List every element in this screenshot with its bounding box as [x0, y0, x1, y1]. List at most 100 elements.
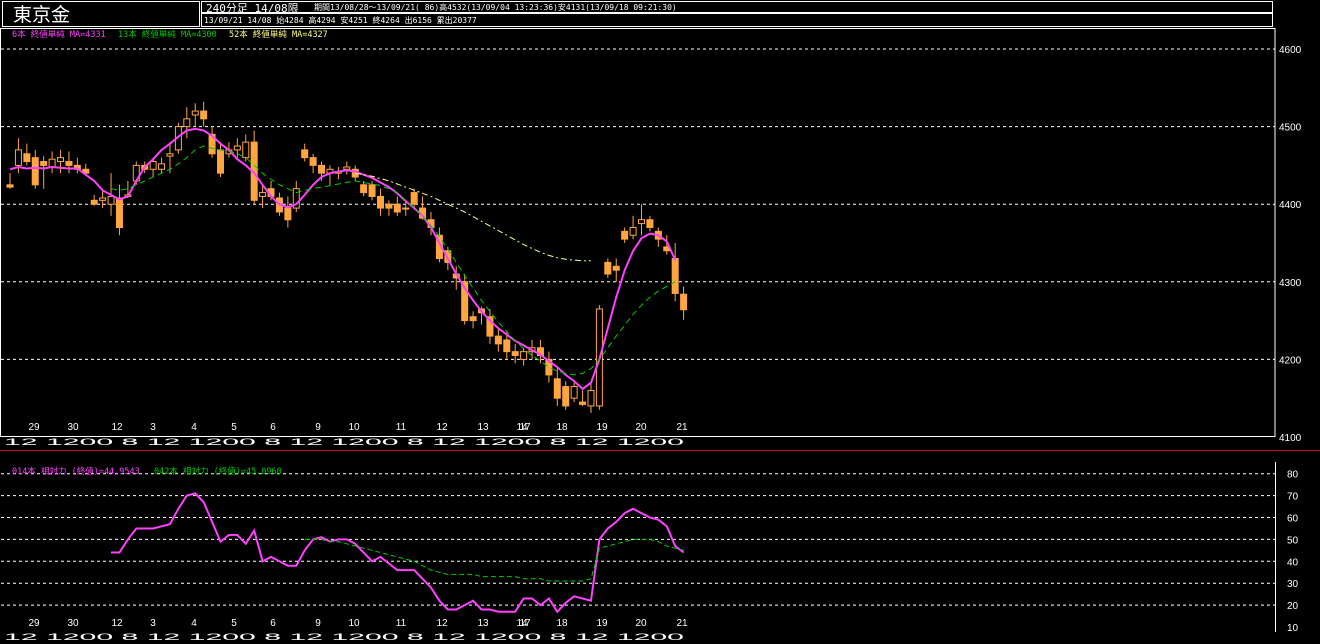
- rsi-date-label: 20: [635, 618, 647, 629]
- rsi-tick-label: 20: [1287, 601, 1299, 612]
- rsi-date-label: 30: [67, 618, 79, 629]
- price-tick-label: 4400: [1279, 200, 1302, 211]
- ma6-line: [9, 127, 677, 391]
- candle-body: [48, 158, 56, 168]
- rsi-date-label: 5: [231, 618, 237, 629]
- rsi42-line: [304, 538, 684, 582]
- rsi-time-labels: 12 1200 8 12 1200 8 12 1200 8 12 1200 8 …: [4, 632, 684, 642]
- price-tick-label: 4600: [1279, 45, 1302, 56]
- rsi-date-label: 14: [516, 618, 528, 629]
- legend-ma13: 13本 終値単純 MA=4300: [118, 29, 217, 40]
- candle-body: [469, 316, 477, 322]
- legend-ma52: 52本 終値単純 MA=4327: [229, 29, 328, 40]
- candle-body: [385, 203, 393, 209]
- candle-body: [23, 153, 31, 163]
- candle-body: [494, 335, 502, 345]
- candle-body: [115, 197, 123, 228]
- candle-body: [410, 192, 418, 205]
- candle-body: [360, 184, 368, 194]
- candle-body: [562, 386, 570, 407]
- rsi-tick-label: 60: [1287, 514, 1299, 525]
- price-date-label: 12: [111, 422, 123, 433]
- candle-body: [191, 110, 199, 116]
- candle-body: [217, 149, 224, 174]
- candle-body: [680, 293, 688, 311]
- rsi-chart: [111, 492, 685, 614]
- candle-body: [149, 161, 157, 170]
- candle-body: [638, 219, 645, 225]
- candle-body: [511, 351, 519, 357]
- candle-body: [40, 161, 48, 166]
- price-date-label: 29: [28, 422, 40, 433]
- rsi-date-label: 18: [556, 618, 568, 629]
- candle-body: [671, 258, 679, 294]
- price-tick-label: 4100: [1279, 433, 1302, 444]
- candle-body: [233, 145, 241, 151]
- candle-body: [393, 203, 401, 213]
- candle-body: [646, 219, 654, 228]
- price-date-label: 14: [516, 422, 528, 433]
- price-frame: [0, 28, 1276, 437]
- candle-body: [604, 261, 612, 275]
- price-date-label: 3: [150, 422, 156, 433]
- price-date-label: 13: [477, 422, 489, 433]
- rsi-date-label: 3: [150, 618, 156, 629]
- rsi-date-label: 19: [596, 618, 608, 629]
- candle-body: [158, 163, 166, 170]
- candle-body: [343, 166, 351, 170]
- candle-body: [503, 339, 511, 353]
- rsi-date-label: 4: [191, 618, 197, 629]
- candle-body: [621, 230, 629, 240]
- rsi-date-label: 12: [111, 618, 123, 629]
- price-date-label: 4: [191, 422, 197, 433]
- price-date-label: 30: [67, 422, 79, 433]
- candle-body: [309, 157, 317, 166]
- candle-body: [65, 161, 73, 166]
- rsi-tick-label: 40: [1287, 557, 1299, 568]
- candle-body: [166, 153, 174, 157]
- price-tick-label: 4500: [1279, 123, 1302, 134]
- candle-body: [284, 207, 292, 221]
- candle-body: [318, 164, 326, 174]
- rsi-tick-label: 10: [1287, 623, 1299, 634]
- price-tick-label: 4200: [1279, 355, 1302, 366]
- candle-body: [200, 110, 208, 120]
- candle-body: [57, 157, 65, 163]
- price-chart: [6, 101, 688, 413]
- rsi-date-label: 9: [315, 618, 321, 629]
- candle-body: [579, 401, 587, 405]
- price-date-label: 10: [348, 422, 360, 433]
- rsi-date-label: 12: [436, 618, 448, 629]
- candle-body: [183, 118, 191, 128]
- rsi-date-label: 21: [676, 618, 688, 629]
- legend-rsi14: 014本 相対力 (終値)=44.9543: [12, 466, 140, 477]
- legend-rsi42: 042本 相対力 (終値)=45.0960: [154, 466, 282, 477]
- rsi-date-label: 29: [28, 618, 40, 629]
- rsi-tick-label: 80: [1287, 470, 1299, 481]
- candle-body: [553, 378, 561, 399]
- candle-body: [99, 197, 107, 201]
- rsi-tick-label: 50: [1287, 535, 1299, 546]
- candle-body: [90, 199, 98, 205]
- price-date-label: 20: [635, 422, 647, 433]
- ma52-line: [355, 172, 591, 262]
- candle-body: [259, 192, 267, 197]
- rsi-tick-label: 70: [1287, 492, 1299, 503]
- candle-body: [376, 195, 384, 209]
- price-tick-label: 4300: [1279, 278, 1302, 289]
- candle-body: [14, 149, 22, 166]
- legend-ma6: 6本 終値単純 MA=4331: [12, 29, 106, 40]
- candle-body: [520, 351, 528, 360]
- chart-canvas: 4100 4200 4300 4400 4500 4600 10 20 30 40 50 60 70 80…: [0, 28, 1320, 642]
- candle-body: [587, 389, 595, 407]
- rsi-date-label: 11: [396, 618, 407, 629]
- rsi-date-label: 6: [270, 618, 276, 629]
- price-date-label: 19: [596, 422, 608, 433]
- candle-body: [629, 226, 637, 236]
- candle-body: [31, 157, 39, 186]
- rsi-tick-label: 30: [1287, 579, 1299, 590]
- price-date-label: 5: [231, 422, 237, 433]
- price-date-label: 11: [396, 422, 407, 433]
- rsi-date-label: 13: [477, 618, 489, 629]
- candle-body: [612, 265, 620, 271]
